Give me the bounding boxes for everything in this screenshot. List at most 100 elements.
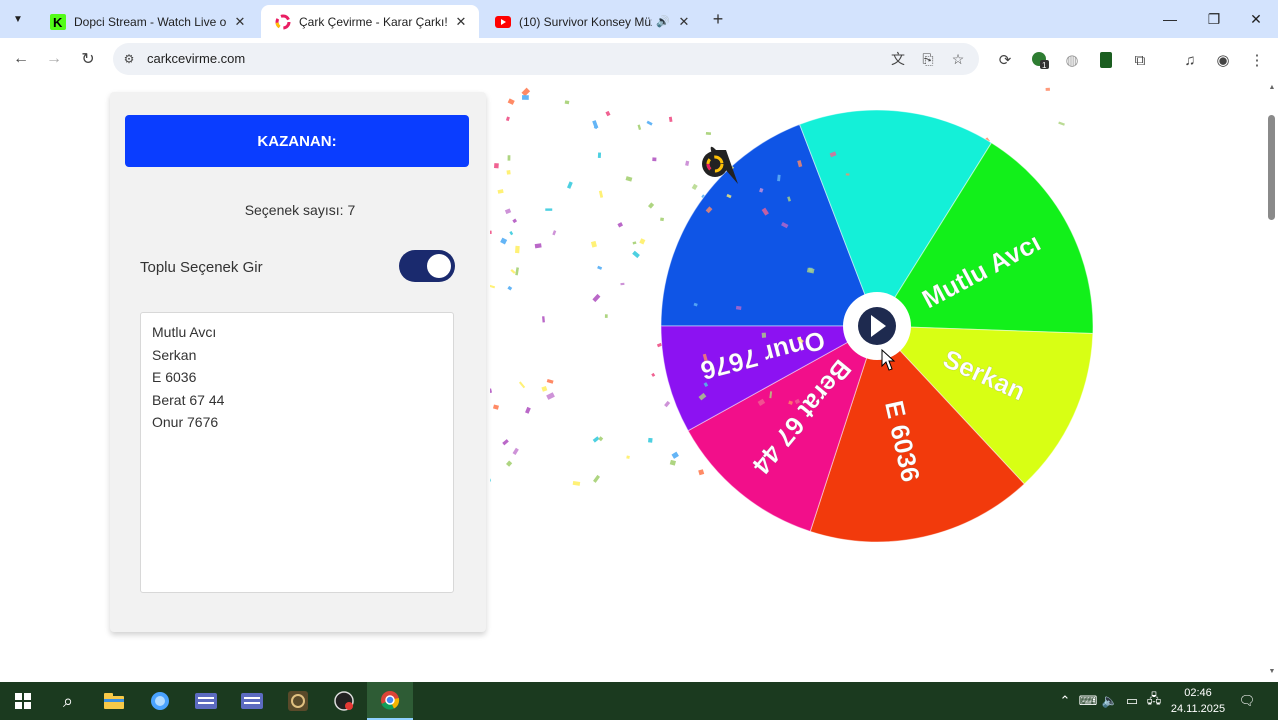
confetti-piece (490, 230, 492, 235)
confetti-piece (761, 332, 767, 338)
spin-button[interactable] (843, 292, 911, 360)
confetti-piece (506, 460, 513, 467)
app-icon-1[interactable] (183, 682, 229, 720)
file-explorer-icon[interactable] (91, 682, 137, 720)
tab-survivor[interactable]: (10) Survivor Konsey Müziği 🔊 ✕ (481, 5, 702, 38)
scrollbar-thumb[interactable] (1268, 115, 1275, 220)
confetti-piece (546, 392, 555, 400)
confetti-piece (705, 131, 712, 136)
tab-title: Dopci Stream - Watch Live on K (74, 14, 226, 29)
close-icon[interactable]: ✕ (676, 14, 692, 30)
address-bar[interactable]: ⚙ carkcevirme.com 文 ⎘ ☆ (113, 43, 979, 75)
browser-toolbar: ← → ↻ ⚙ carkcevirme.com 文 ⎘ ☆ ⟳ 1 ◍ ⧉ ♫ … (0, 38, 1278, 80)
search-icon[interactable]: ⌕ (45, 682, 91, 720)
confetti-piece (546, 378, 554, 384)
confetti-piece (620, 282, 625, 286)
tab-cark-cevirme[interactable]: Çark Çevirme - Karar Çarkı! ✕ (261, 5, 479, 38)
option-line: Mutlu Avcı (152, 324, 217, 340)
minimize-button[interactable]: — (1148, 0, 1192, 38)
confetti-piece (534, 243, 542, 249)
app-icon-2[interactable] (229, 682, 275, 720)
translate-icon[interactable]: 文 (889, 50, 907, 68)
tab-search-button[interactable]: ▼ (6, 7, 30, 31)
confetti-piece (504, 208, 512, 215)
chevron-down-icon: ▼ (13, 13, 23, 25)
keyboard-icon[interactable]: ⌨ (1078, 682, 1098, 720)
confetti-piece (505, 116, 510, 122)
options-panel: KAZANAN: Seçenek sayısı: 7 Toplu Seçenek … (110, 92, 486, 632)
confetti-piece (597, 265, 603, 270)
confetti-piece (1058, 121, 1065, 126)
green-extension-icon[interactable] (1096, 50, 1116, 70)
new-tab-button[interactable]: + (708, 9, 728, 29)
option-line: Berat 67 44 (152, 391, 225, 408)
confetti-piece (494, 163, 499, 169)
media-control-icon[interactable]: ♫ (1180, 50, 1200, 70)
install-app-icon[interactable]: ⎘ (919, 50, 937, 68)
close-icon[interactable]: ✕ (232, 14, 248, 30)
confetti-piece (735, 305, 742, 310)
system-clock[interactable]: 02:46 24.11.2025 (1165, 685, 1231, 717)
site-settings-icon[interactable]: ⚙ (121, 51, 137, 67)
reload-icon: ↻ (81, 51, 95, 68)
forward-button[interactable]: → (41, 46, 67, 72)
page-viewport: KAZANAN: Seçenek sayısı: 7 Toplu Seçenek … (0, 80, 1278, 682)
option-line: E 6036 (152, 369, 197, 385)
winner-button[interactable]: KAZANAN: (125, 115, 469, 167)
kebab-menu-icon[interactable]: ⋮ (1247, 50, 1267, 70)
confetti-piece (507, 155, 511, 161)
bulk-entry-toggle[interactable] (399, 250, 455, 282)
speaker-icon[interactable]: 🔊 (656, 15, 670, 28)
confetti-piece (512, 447, 519, 455)
volume-icon[interactable]: 🔈 (1100, 682, 1120, 720)
option-count: Seçenek sayısı: 7 (110, 202, 486, 218)
confetti-piece (647, 202, 655, 209)
close-icon[interactable]: ✕ (453, 14, 469, 30)
scroll-down-arrow-icon[interactable]: ▼ (1266, 666, 1278, 676)
extensions-puzzle-icon[interactable]: ⧉ (1130, 50, 1150, 70)
game-app-icon[interactable] (275, 682, 321, 720)
confetti-piece (625, 176, 633, 182)
confetti-piece (626, 455, 630, 459)
back-button[interactable]: ← (8, 46, 34, 72)
obs-icon[interactable] (321, 682, 367, 720)
globe-extension-icon[interactable]: ◍ (1062, 50, 1082, 70)
confetti-piece (604, 314, 608, 318)
confetti-piece (567, 181, 573, 189)
notification-icon[interactable]: 🗨 (1236, 682, 1258, 720)
confetti-piece (490, 388, 493, 394)
confetti-piece (598, 436, 604, 442)
profile-avatar-icon[interactable]: ◉ (1213, 50, 1233, 70)
start-button[interactable] (0, 682, 46, 720)
confetti-piece (518, 381, 526, 389)
confetti-piece (592, 436, 600, 443)
chevron-up-icon[interactable]: ⌃ (1056, 682, 1074, 720)
tab-dopci-stream[interactable]: K Dopci Stream - Watch Live on K ✕ (36, 5, 258, 38)
scroll-up-arrow-icon[interactable]: ▲ (1266, 82, 1278, 92)
option-count-value: 7 (347, 202, 356, 218)
chrome-icon[interactable] (367, 682, 413, 720)
arrow-left-icon: ← (13, 50, 29, 67)
reload-button[interactable]: ↻ (75, 46, 101, 72)
bookmark-star-icon[interactable]: ☆ (949, 50, 967, 68)
confetti-piece (652, 157, 657, 162)
confetti-piece (492, 404, 499, 410)
wheel-area: Mutlu AvcıSerkanE 6036Berat 67 44Onur 76… (490, 87, 1094, 543)
confetti-piece (502, 439, 509, 446)
confetti-piece (564, 100, 570, 105)
sync-extension-icon[interactable]: ⟳ (995, 50, 1015, 70)
option-count-label: Seçenek sayısı: (244, 202, 344, 218)
network-icon[interactable]: 🖧 (1144, 682, 1164, 720)
confetti-piece (845, 173, 850, 176)
close-window-button[interactable]: ✕ (1234, 0, 1278, 38)
shield-extension-icon[interactable]: 1 (1030, 50, 1050, 70)
browser-app-icon[interactable] (137, 682, 183, 720)
confetti-piece (521, 87, 531, 97)
restore-button[interactable]: ❐ (1192, 0, 1236, 38)
options-textarea[interactable]: Mutlu Avcı Serkan E 6036 Berat 67 44 Onu… (140, 312, 454, 593)
confetti-piece (500, 237, 508, 245)
youtube-icon (495, 14, 511, 30)
confetti-piece (639, 238, 646, 245)
battery-icon[interactable]: ▭ (1122, 682, 1142, 720)
confetti-piece (512, 218, 518, 224)
